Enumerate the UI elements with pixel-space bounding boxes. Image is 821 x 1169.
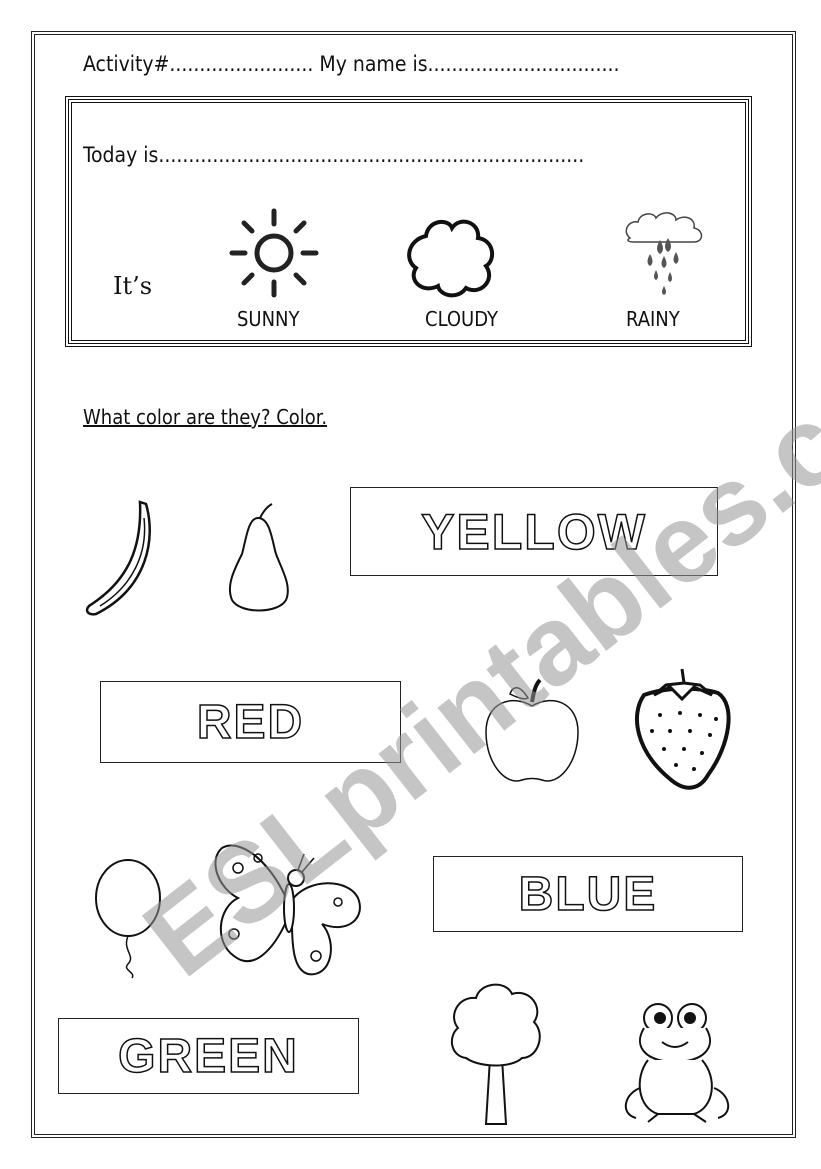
frog-picture bbox=[625, 1003, 729, 1123]
strawberry-picture bbox=[635, 668, 731, 790]
rain-cloud-icon bbox=[625, 212, 703, 295]
today-line: Today is................................… bbox=[83, 143, 585, 167]
instruction-heading: What color are they? Color. bbox=[83, 405, 328, 429]
worksheet-page: Activity#........................ My nam… bbox=[0, 0, 821, 1169]
pear-picture bbox=[228, 503, 289, 612]
its-label: It’s bbox=[113, 272, 153, 300]
banana-picture bbox=[85, 500, 151, 616]
sunny-label: SUNNY bbox=[237, 307, 300, 331]
red-word: RED bbox=[196, 695, 305, 750]
rainy-label: RAINY bbox=[626, 307, 680, 331]
balloon-picture bbox=[95, 859, 161, 979]
yellow-word-box: YELLOW bbox=[350, 487, 718, 576]
sun-icon bbox=[229, 208, 319, 298]
tree-picture bbox=[450, 983, 541, 1125]
butterfly-picture bbox=[214, 844, 361, 976]
green-word: GREEN bbox=[117, 1029, 299, 1084]
cloudy-label: CLOUDY bbox=[425, 307, 498, 331]
red-word-box: RED bbox=[100, 681, 401, 763]
blue-word: BLUE bbox=[518, 867, 658, 922]
activity-name-line: Activity#........................ My nam… bbox=[83, 52, 620, 76]
cloud-icon bbox=[407, 219, 495, 298]
blue-word-box: BLUE bbox=[433, 856, 743, 932]
green-word-box: GREEN bbox=[58, 1018, 359, 1094]
yellow-word: YELLOW bbox=[420, 503, 647, 561]
apple-picture bbox=[485, 678, 579, 782]
